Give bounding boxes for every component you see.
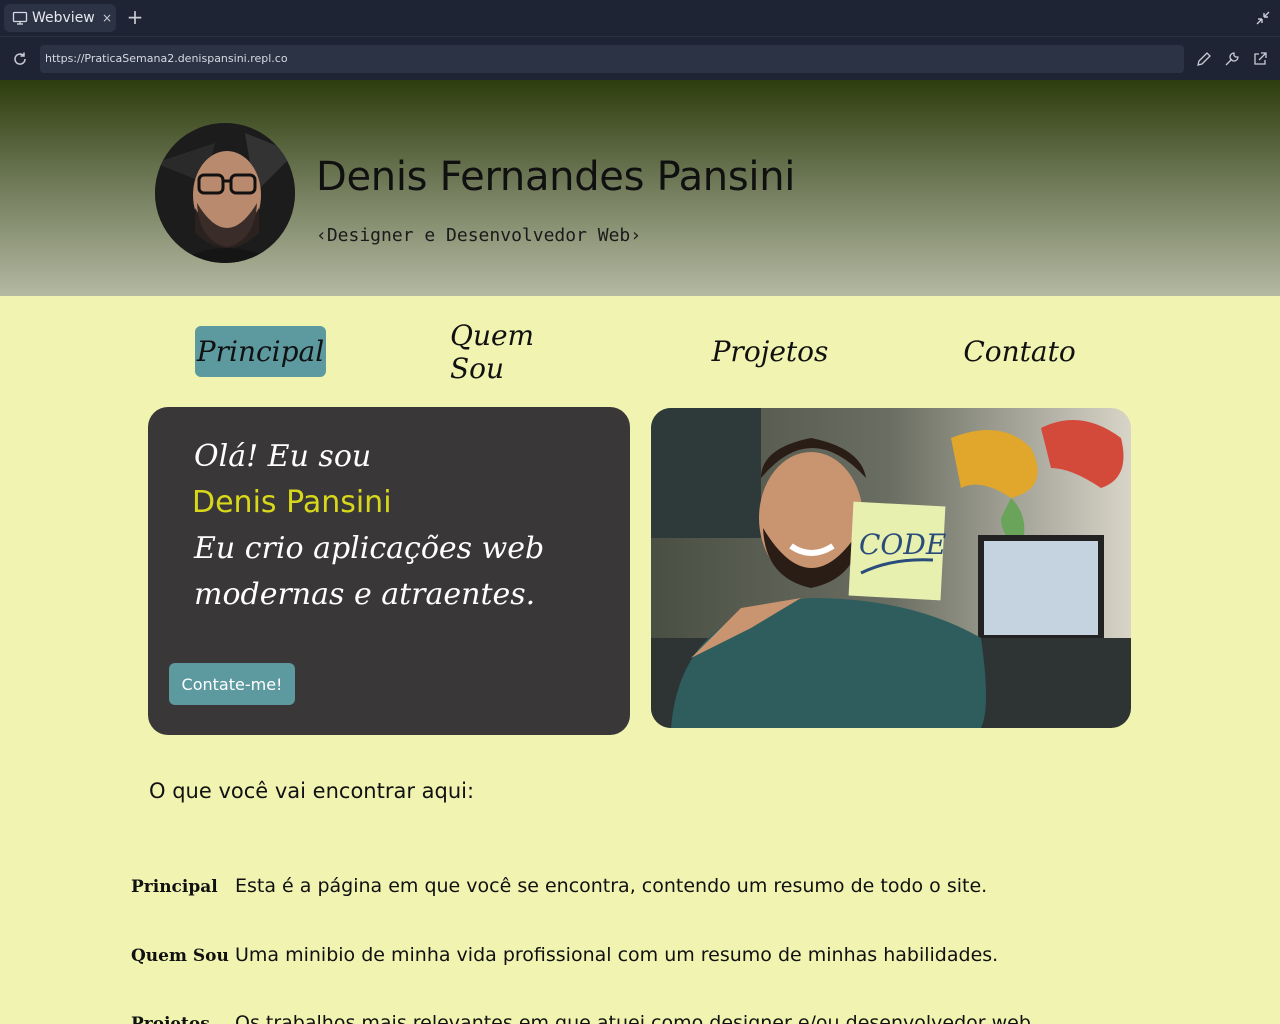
nav-principal[interactable]: Principal [195,326,326,377]
nav-projetos[interactable]: Projetos [710,326,830,377]
tab-label: Webview [32,10,95,26]
collapse-icon[interactable] [1254,9,1272,27]
nav-quem-sou[interactable]: Quem Sou [450,319,580,385]
intro-name: Denis Pansini [192,485,392,520]
close-icon[interactable]: × [98,11,116,25]
monitor-icon [12,11,28,25]
intro-line-1: Eu crio aplicações web [194,531,545,566]
pencil-icon[interactable] [1195,50,1213,68]
definition-term: Projetos [131,1014,210,1024]
browser-tab-bar: Webview × + [0,0,1280,36]
wrench-icon[interactable] [1223,50,1241,68]
contact-button[interactable]: Contate-me! [169,663,295,705]
external-link-icon[interactable] [1251,50,1269,68]
intro-card: Olá! Eu sou Denis Pansini Eu crio aplica… [148,407,630,735]
browser-url-bar [0,36,1280,80]
hero-photo: CODE [651,408,1131,728]
photo-note-text: CODE [859,528,946,561]
reload-icon[interactable] [11,50,29,68]
tab-webview[interactable]: Webview × [4,4,116,32]
url-input[interactable] [40,45,1184,73]
site-title: Denis Fernandes Pansini [316,154,796,200]
site-header: Denis Fernandes Pansini ‹Designer e Dese… [0,80,1280,296]
new-tab-button[interactable]: + [124,6,146,28]
definition-desc: Os trabalhos mais relevantes em que atue… [235,1012,1037,1024]
definition-desc: Uma minibio de minha vida profissional c… [235,944,999,966]
definition-term: Quem Sou [131,946,229,966]
site-subtitle: ‹Designer e Desenvolvedor Web› [316,225,642,246]
section-title: O que você vai encontrar aqui: [149,779,475,803]
definition-desc: Esta é a página em que você se encontra,… [235,875,988,897]
avatar [155,123,295,263]
intro-line-2: modernas e atraentes. [194,577,536,612]
intro-greeting: Olá! Eu sou [194,439,372,474]
nav-contato[interactable]: Contato [962,326,1077,377]
definition-term: Principal [131,877,218,897]
